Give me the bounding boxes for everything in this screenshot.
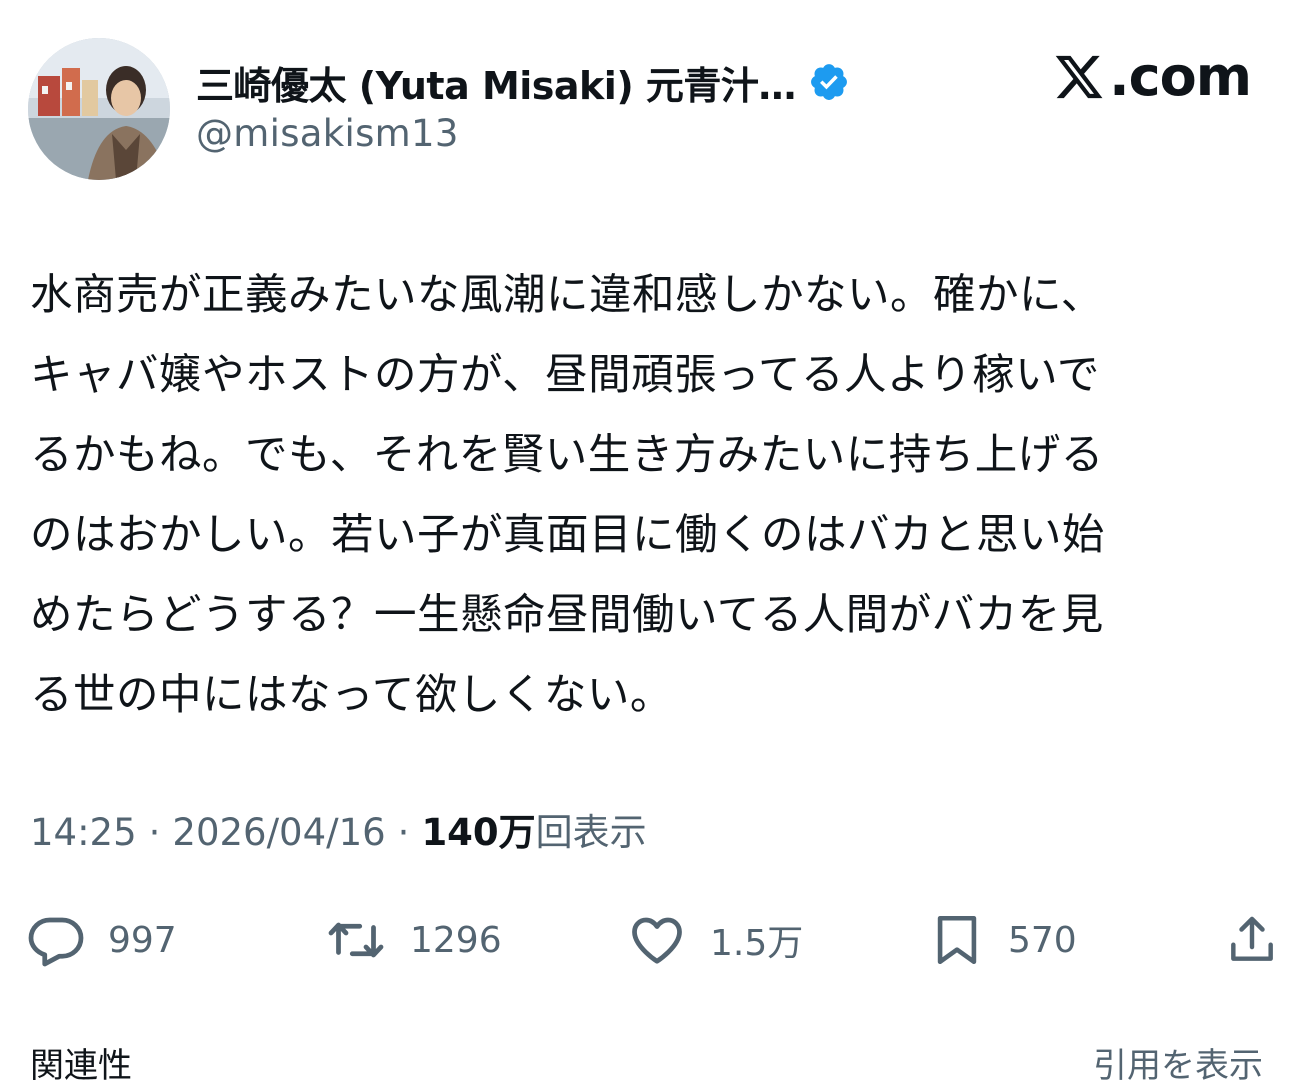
verified-badge-icon (811, 64, 847, 100)
tweet-text-line: 水商売が正義みたいな風潮に違和感しかない。確かに、 (30, 271, 1104, 320)
reply-icon (28, 917, 84, 967)
reply-button[interactable]: 997 (26, 905, 177, 975)
brand-text: .com (1109, 45, 1252, 108)
bookmark-button[interactable]: 570 (928, 905, 1077, 975)
tweet-text-line: のはおかしい。若い子が真面目に働くのはバカと思い始 (30, 511, 1106, 560)
tweet-time[interactable]: 14:25 (30, 811, 137, 854)
brand-watermark: .com (1051, 45, 1252, 108)
views-count[interactable]: 140万 (421, 802, 535, 856)
display-name-row[interactable]: 三崎優太 (Yuta Misaki) 元青汁… (196, 52, 850, 112)
sort-relevance-label[interactable]: 関連性 (30, 1038, 132, 1087)
like-icon (632, 917, 682, 964)
tweet-card: 三崎優太 (Yuta Misaki) 元青汁… @misakism13 .com… (0, 0, 1293, 1086)
like-button[interactable]: 1.5万 (626, 905, 803, 975)
tweet-text: 水商売が正義みたいな風潮に違和感しかない。確かに、 キャバ嬢やホストの方が、昼間… (30, 256, 1288, 736)
footer-row: 関連性 引用を表示 (0, 1038, 1293, 1086)
share-icon (1231, 916, 1273, 961)
retweet-count: 1296 (410, 919, 502, 961)
avatar-photo-icon (28, 38, 170, 180)
avatar[interactable] (28, 38, 170, 180)
tweet-meta: 14:25 · 2026/04/16 · 140万 回表示 (30, 802, 647, 856)
meta-separator: · (148, 811, 161, 854)
retweet-button[interactable]: 1296 (324, 905, 502, 975)
tweet-text-line: キャバ嬢やホストの方が、昼間頑張ってる人より稼いで (30, 351, 1100, 400)
tweet-date[interactable]: 2026/04/16 (172, 811, 385, 854)
reply-count: 997 (108, 919, 177, 961)
views-label[interactable]: 回表示 (536, 802, 647, 856)
share-button[interactable] (1224, 905, 1280, 975)
tweet-text-line: るかもね。でも、それを賢い生き方みたいに持ち上げる (30, 431, 1104, 480)
show-quotes-link[interactable]: 引用を表示 (1093, 1038, 1263, 1087)
meta-separator: · (397, 811, 410, 854)
tweet-text-line: る世の中にはなって欲しくない。 (30, 671, 673, 720)
x-logo-icon (1055, 55, 1103, 99)
handle[interactable]: @misakism13 (196, 112, 459, 155)
action-bar: 997 1296 1.5万 570 (0, 905, 1293, 975)
display-name[interactable]: 三崎優太 (Yuta Misaki) 元青汁… (196, 55, 796, 110)
tweet-text-line: めたらどうする？一生懸命昼間働いてる人間がバカを見 (30, 591, 1104, 640)
retweet-icon (328, 922, 384, 958)
bookmark-icon (937, 915, 977, 965)
like-count: 1.5万 (710, 923, 804, 964)
bookmark-count: 570 (1008, 919, 1077, 961)
